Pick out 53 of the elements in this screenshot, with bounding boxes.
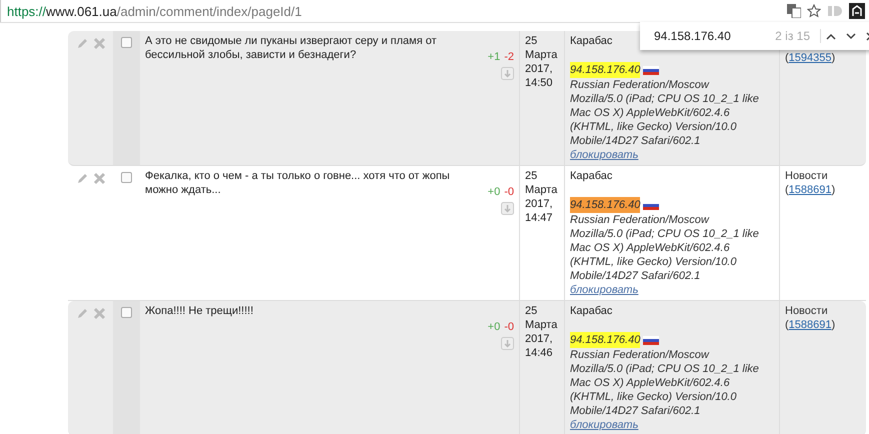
match-count: 2 із 15 (775, 29, 821, 43)
paren-text: ( (785, 184, 789, 196)
delete-icon[interactable] (93, 172, 106, 185)
download-icon[interactable] (501, 67, 514, 80)
user-agent-text: Mozilla/5.0 (iPad; CPU OS 10_2_1 like Mac OS X) AppleWebKit/602.4.6 (KHTML, like Gecko) Version/10.0 Mobile/14D27 Safari/602.1 (570, 92, 760, 148)
author-name: Карабас (570, 34, 612, 48)
comment-text: Фекалка, кто о чем - а ты только о говне... хотя что от жопы можно ждать... (145, 169, 451, 198)
pencil-icon[interactable] (76, 172, 89, 185)
comment-text: Жопа!!!! Не трещи!!!!! (145, 304, 254, 319)
find-query[interactable]: 94.158.176.40 (654, 29, 776, 43)
star-icon[interactable] (807, 4, 821, 18)
block-link[interactable]: блокировать (570, 149, 638, 161)
comment-date: 25 Марта 2017, 14:47 (525, 169, 558, 225)
article-link[interactable]: 1594355 (788, 52, 832, 64)
block-link[interactable]: блокировать (570, 284, 638, 296)
block-link[interactable]: блокировать (570, 419, 638, 431)
download-icon[interactable] (501, 202, 514, 215)
paren-text: ) (832, 319, 836, 331)
location-text: Russian Federation/Moscow (570, 213, 709, 227)
upvote-count: +1 (488, 50, 500, 64)
downvote-count: -0 (504, 185, 514, 199)
article-link[interactable]: 1588691 (788, 319, 832, 331)
pencil-icon[interactable] (76, 37, 89, 50)
section-name: Новости (785, 304, 829, 318)
extension-icon[interactable] (849, 3, 865, 19)
flag-icon (643, 66, 660, 74)
comment-text: А это не свидомые ли пуканы извергают серу и пламя от бессильной злобы, зависти и безнадеги? (145, 34, 438, 63)
location-text: Russian Federation/Moscow (570, 78, 709, 92)
article-link[interactable]: 1588691 (788, 184, 832, 196)
downvote-count: -0 (504, 320, 514, 334)
paren-text: ) (832, 184, 836, 196)
section-name: Новости (785, 169, 829, 183)
checkbox[interactable] (121, 307, 132, 318)
paren-text: ) (832, 52, 836, 64)
user-agent-text: Mozilla/5.0 (iPad; CPU OS 10_2_1 like Mac OS X) AppleWebKit/602.4.6 (KHTML, like Gecko) Version/10.0 Mobile/14D27 Safari/602.1 (570, 362, 760, 418)
upvote-count: +0 (488, 185, 500, 199)
author-name: Карабас (570, 169, 612, 183)
paren-text: ( (785, 52, 789, 64)
downvote-count: -2 (504, 50, 514, 64)
checkbox[interactable] (121, 172, 132, 183)
checkbox[interactable] (121, 37, 132, 48)
delete-icon[interactable] (93, 37, 106, 50)
flag-icon (643, 336, 660, 344)
comment-date: 25 Марта 2017, 14:50 (525, 34, 558, 90)
user-agent-text: Mozilla/5.0 (iPad; CPU OS 10_2_1 like Mac OS X) AppleWebKit/602.4.6 (KHTML, like Gecko) Version/10.0 Mobile/14D27 Safari/602.1 (570, 227, 760, 283)
pencil-icon[interactable] (76, 307, 89, 320)
paren-text: ( (785, 319, 789, 331)
location-text: Russian Federation/Moscow (570, 348, 709, 362)
download-icon[interactable] (501, 337, 514, 350)
delete-icon[interactable] (93, 307, 106, 320)
author-name: Карабас (570, 304, 612, 318)
comment-date: 25 Марта 2017, 14:46 (525, 304, 558, 360)
upvote-count: +0 (488, 320, 500, 334)
